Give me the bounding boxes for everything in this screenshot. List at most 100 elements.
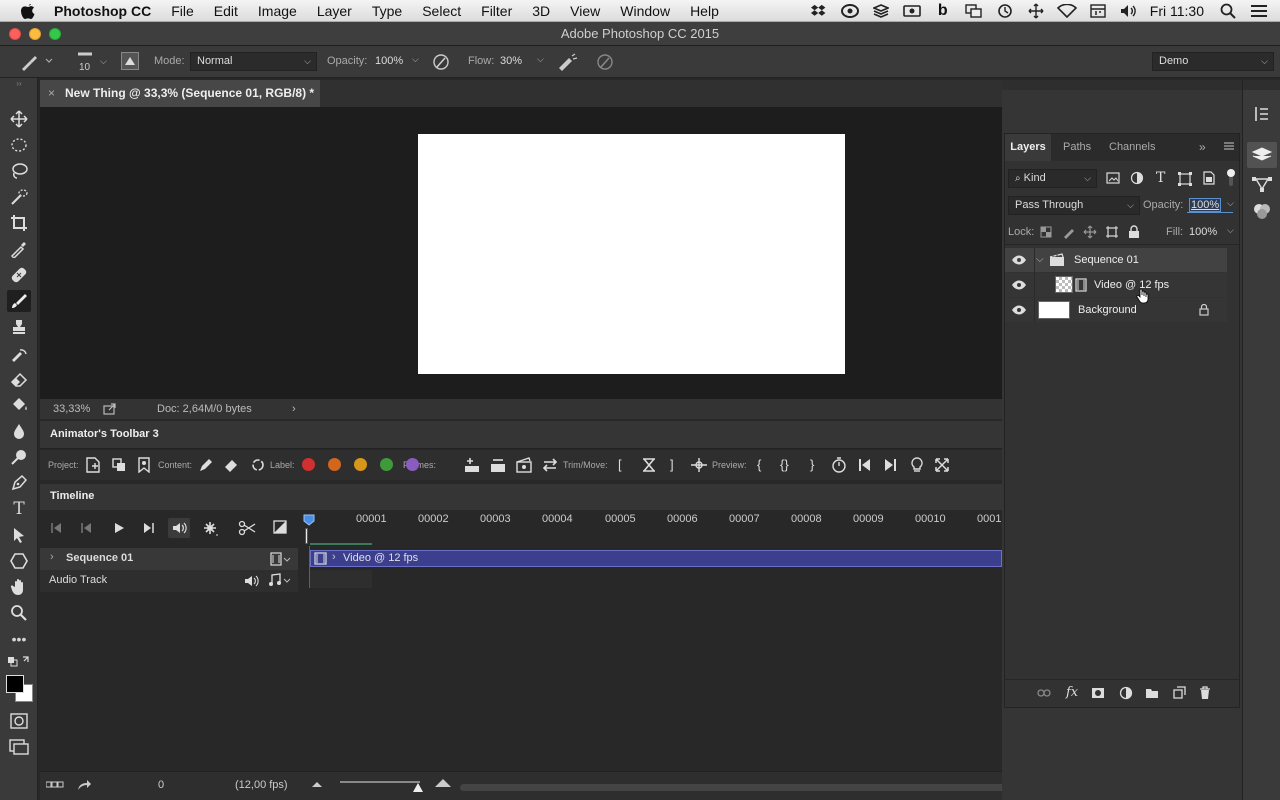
share-icon[interactable] [103, 403, 117, 415]
notification-center-icon[interactable] [1249, 3, 1269, 19]
onion-skin-bulb-icon[interactable] [910, 457, 924, 473]
label-color-purple[interactable] [406, 458, 419, 471]
render-video-icon[interactable] [77, 779, 91, 791]
mute-audio-button[interactable] [168, 518, 190, 538]
bookmark-icon[interactable] [138, 457, 150, 473]
screen-mode-icon[interactable] [7, 736, 31, 758]
history-panel-icon[interactable] [1254, 105, 1270, 123]
trim-end-icon[interactable]: ] [670, 450, 674, 480]
video-clip[interactable]: › Video @ 12 fps [310, 550, 1002, 567]
settings-gear-icon[interactable] [203, 521, 219, 537]
hand-tool-icon[interactable] [7, 576, 31, 598]
zoom-tool-icon[interactable] [7, 602, 31, 624]
dropbox-icon[interactable] [809, 3, 829, 19]
canvas-area[interactable] [40, 107, 1002, 399]
new-document-icon[interactable] [86, 457, 100, 473]
bold-b-icon[interactable]: b [933, 2, 953, 19]
label-color-green[interactable] [380, 458, 393, 471]
insert-frame-icon[interactable] [464, 457, 480, 473]
path-selection-tool-icon[interactable] [7, 524, 31, 546]
menu-edit[interactable]: Edit [214, 3, 238, 19]
work-area-bar[interactable] [310, 543, 372, 545]
panel-collapse-icon[interactable]: ›› [7, 78, 31, 88]
windows-icon[interactable] [964, 3, 984, 19]
brush-tool-icon[interactable] [7, 290, 31, 312]
opacity-value[interactable]: 100% [375, 55, 403, 67]
status-menu-chevron-icon[interactable]: › [292, 399, 296, 419]
label-color-orange[interactable] [328, 458, 341, 471]
label-color-red[interactable] [302, 458, 315, 471]
pressure-size-icon[interactable] [596, 53, 614, 71]
music-note-icon[interactable] [268, 573, 292, 587]
menu-view[interactable]: View [570, 3, 600, 19]
play-icon[interactable] [113, 522, 125, 534]
close-window-button[interactable] [9, 28, 21, 40]
layer-row-background[interactable]: Background [1005, 298, 1227, 322]
brush-panel-toggle-icon[interactable] [121, 52, 139, 70]
channels-panel-icon[interactable] [1252, 202, 1272, 220]
flow-value[interactable]: 30% [500, 55, 522, 67]
camera-icon[interactable] [902, 3, 922, 19]
layer-thumbnail[interactable] [1055, 276, 1073, 293]
time-machine-icon[interactable] [995, 3, 1015, 19]
visibility-eye-icon[interactable] [1011, 298, 1027, 322]
label-color-yellow[interactable] [354, 458, 367, 471]
chevron-down-icon[interactable]: ⌵ [100, 56, 107, 67]
visibility-eye-icon[interactable] [1011, 248, 1027, 272]
timeline-zoom-thumb[interactable] [413, 783, 423, 792]
apple-icon[interactable] [20, 2, 40, 20]
clapperboard-icon[interactable] [516, 457, 532, 473]
preview-range-icon[interactable]: {} [780, 450, 789, 480]
zoom-window-button[interactable] [49, 28, 61, 40]
step-forward-icon[interactable] [883, 458, 897, 472]
calendar-icon[interactable] [1088, 3, 1108, 19]
filter-shape-icon[interactable] [1178, 172, 1192, 186]
eraser-content-icon[interactable] [223, 457, 239, 473]
brush-tool-preset-icon[interactable] [20, 53, 54, 71]
volume-icon[interactable] [1119, 3, 1139, 19]
foreground-color-swatch[interactable] [6, 675, 24, 693]
new-group-folder-icon[interactable] [1145, 687, 1159, 699]
playhead-marker[interactable] [305, 528, 308, 544]
expand-icon[interactable] [934, 457, 950, 473]
color-swatches[interactable] [6, 675, 34, 703]
mode-dropdown[interactable]: Normal ⌵ [190, 52, 317, 71]
menu-help[interactable]: Help [690, 3, 719, 19]
clone-stamp-tool-icon[interactable] [7, 316, 31, 338]
minimize-window-button[interactable] [29, 28, 41, 40]
menu-window[interactable]: Window [620, 3, 670, 19]
swap-arrows-icon[interactable] [542, 457, 558, 473]
trim-cut-icon[interactable] [641, 450, 657, 480]
blend-mode-dropdown[interactable]: Pass Through ⌵ [1008, 196, 1140, 215]
marquee-tool-icon[interactable] [7, 134, 31, 156]
timeline-scrollbar[interactable] [460, 784, 1022, 791]
frame-animation-toggle-icon[interactable] [46, 781, 64, 789]
zoom-level[interactable]: 33,33% [53, 399, 90, 419]
collapse-panel-icon[interactable]: » [1199, 140, 1206, 154]
lock-artboard-icon[interactable] [1105, 225, 1119, 239]
close-tab-icon[interactable]: × [48, 80, 55, 107]
default-colors-icon[interactable] [7, 654, 31, 668]
timeline-zoom-slider[interactable] [340, 781, 420, 783]
preview-end-icon[interactable]: } [810, 450, 814, 480]
zoom-in-mountain-icon[interactable] [434, 778, 452, 788]
brush-preview-icon[interactable] [76, 49, 94, 59]
menu-image[interactable]: Image [258, 3, 297, 19]
filter-toggle-switch[interactable] [1226, 168, 1236, 188]
audio-volume-icon[interactable] [244, 574, 260, 588]
animator-toolbar-title[interactable]: Animator's Toolbar 3 [50, 428, 159, 440]
fill-value[interactable]: 100% [1189, 226, 1217, 238]
new-adjustment-layer-icon[interactable] [1119, 686, 1133, 700]
menu-type[interactable]: Type [372, 3, 402, 19]
move-key-icon[interactable] [690, 457, 708, 473]
step-back-icon[interactable] [858, 458, 872, 472]
add-mask-icon[interactable] [1091, 687, 1105, 699]
lock-transparent-pixels-icon[interactable] [1040, 226, 1052, 238]
shape-tool-icon[interactable] [7, 550, 31, 572]
filter-pixel-icon[interactable] [1106, 172, 1120, 184]
airbrush-icon[interactable] [557, 53, 579, 71]
healing-brush-tool-icon[interactable] [7, 264, 31, 286]
duplicate-icon[interactable] [112, 458, 126, 472]
document-canvas[interactable] [418, 134, 845, 374]
fill-chevron-icon[interactable]: ⌵ [1227, 225, 1234, 236]
